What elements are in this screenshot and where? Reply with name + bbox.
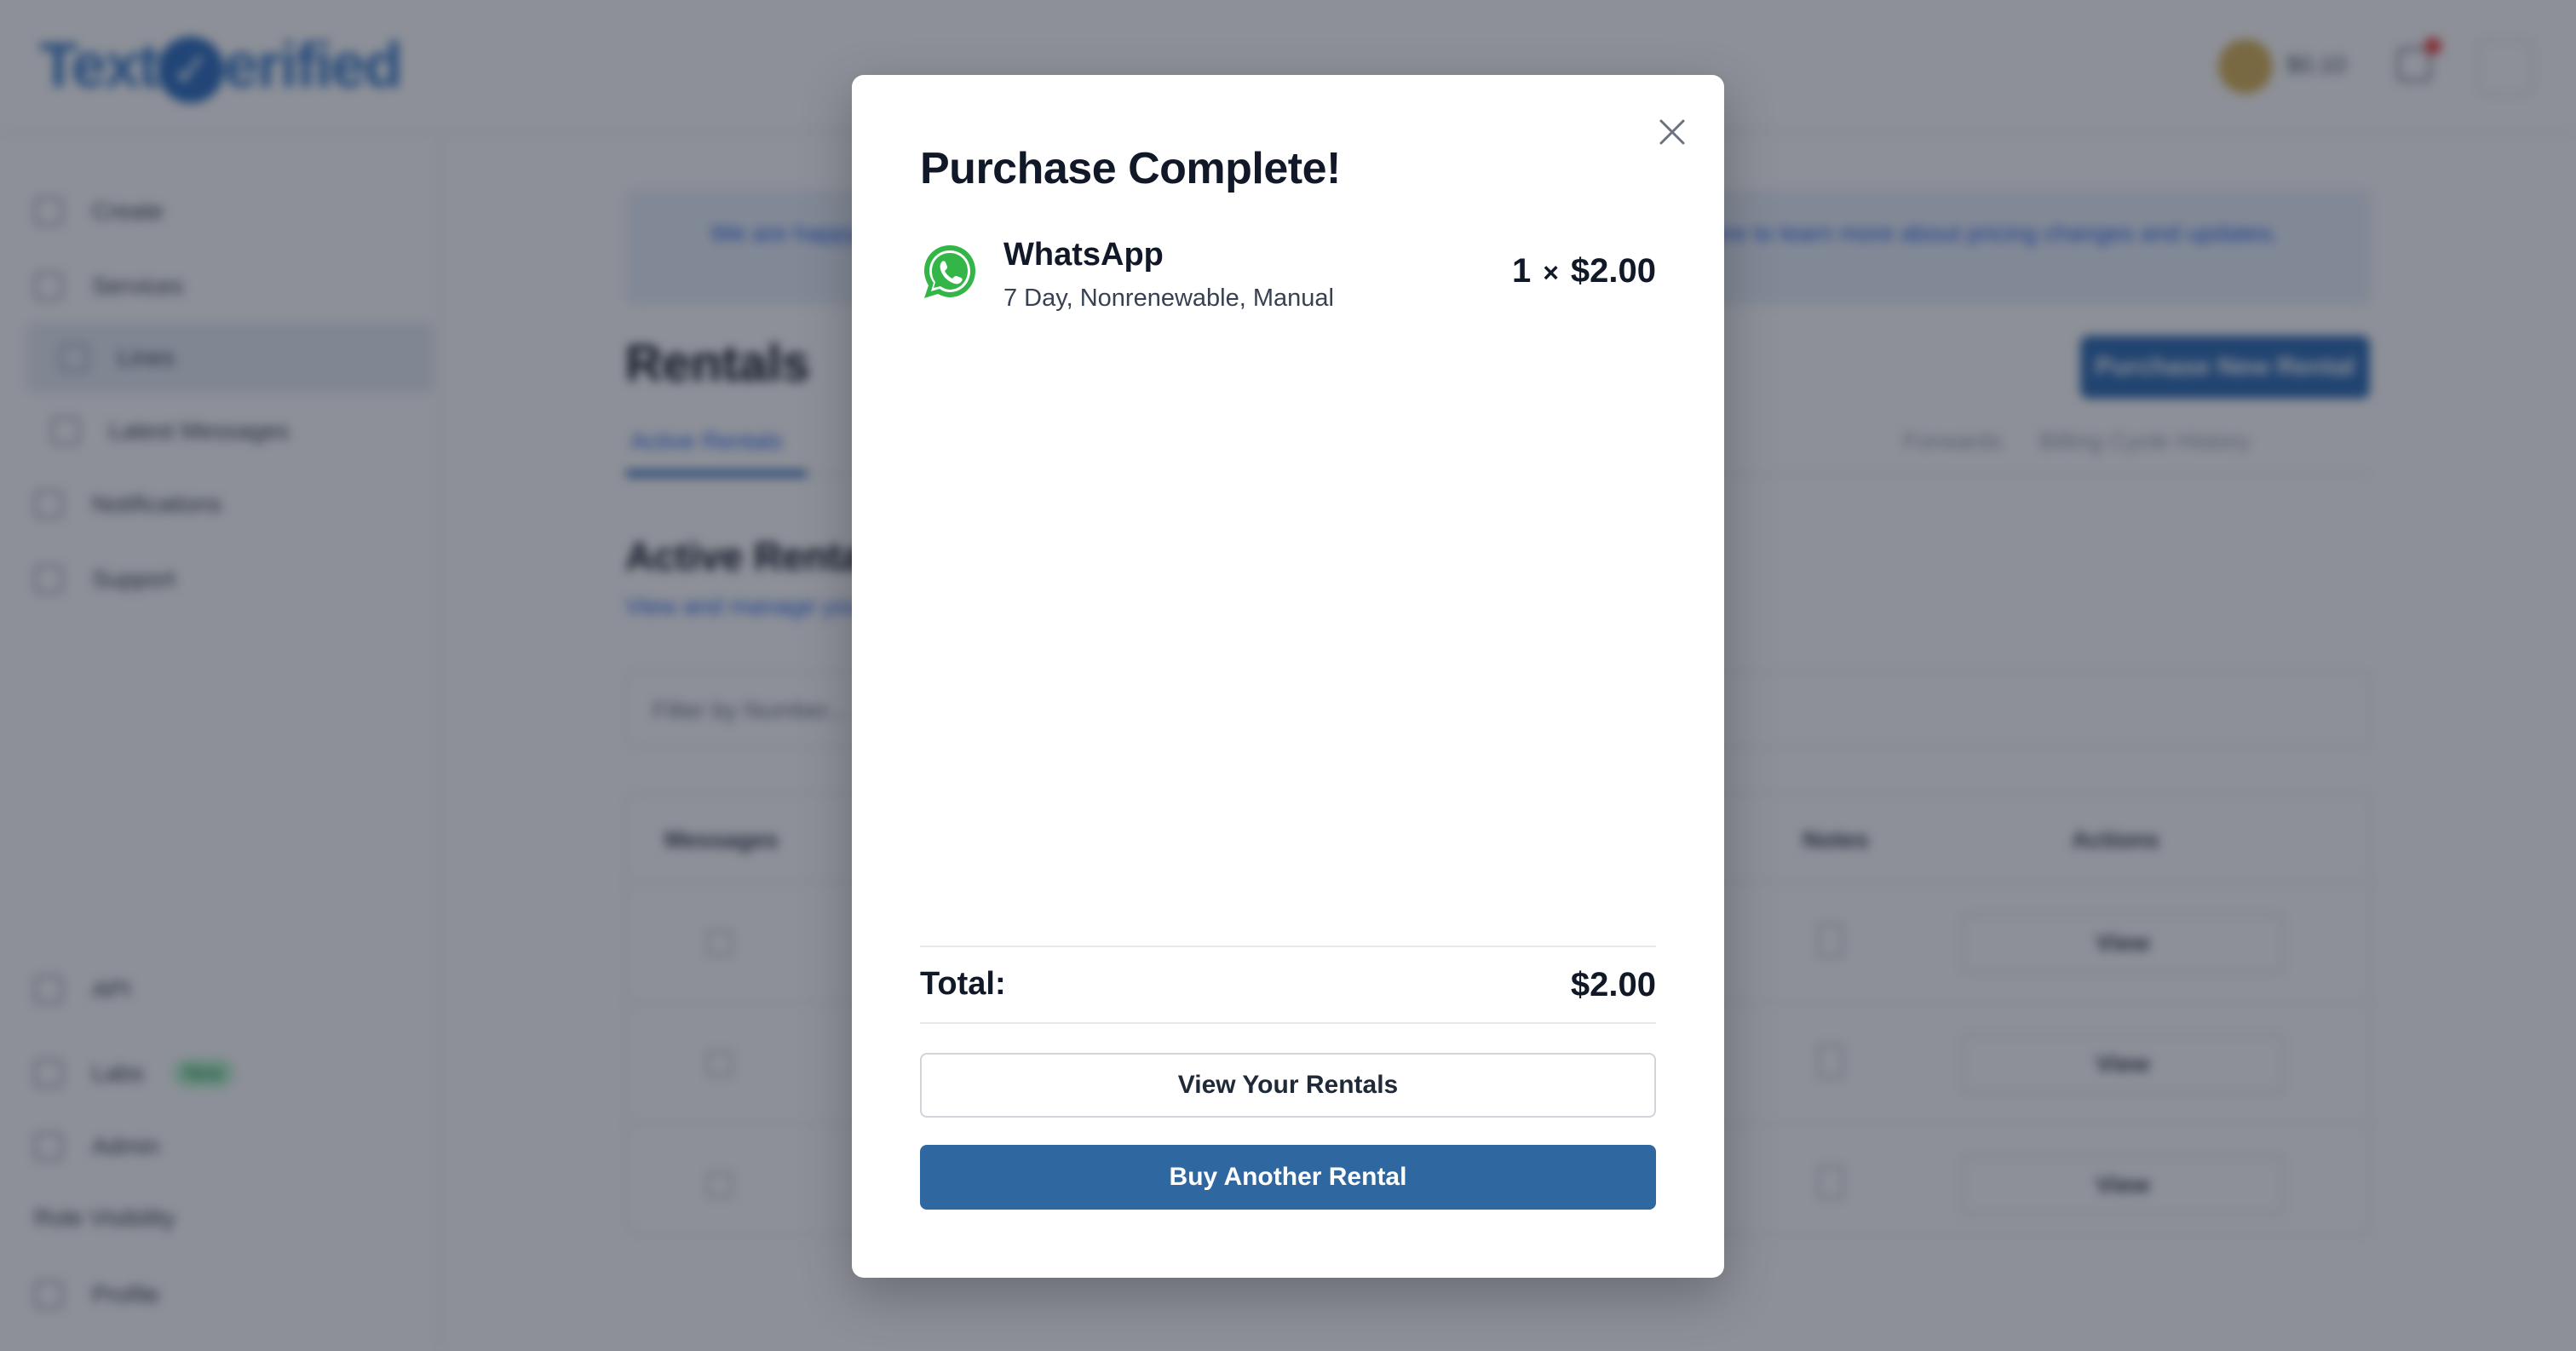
item-quantity: 1	[1511, 252, 1532, 290]
close-button[interactable]	[1649, 109, 1695, 155]
item-price: $2.00	[1570, 252, 1656, 290]
whatsapp-icon	[924, 245, 975, 298]
total-row: Total: $2.00	[920, 946, 1656, 1024]
close-icon	[1659, 119, 1685, 145]
purchase-complete-modal: Purchase Complete! WhatsApp 7 Day, Nonre…	[852, 75, 1724, 1278]
app-root: Text ✓ erified $0.10 Create Services Lines	[0, 0, 2576, 1351]
item-name: WhatsApp	[1003, 237, 1164, 273]
view-your-rentals-button[interactable]: View Your Rentals	[920, 1053, 1656, 1118]
modal-title: Purchase Complete!	[920, 144, 1341, 193]
buy-another-rental-button[interactable]: Buy Another Rental	[920, 1145, 1656, 1210]
times-sign: ×	[1543, 257, 1559, 288]
item-quantity-price: 1 × $2.00	[1512, 252, 1656, 290]
purchased-item: WhatsApp 7 Day, Nonrenewable, Manual 1 × $…	[920, 237, 1656, 331]
total-value: $2.00	[1570, 966, 1656, 1003]
item-description: 7 Day, Nonrenewable, Manual	[1003, 285, 1334, 312]
total-label: Total:	[920, 966, 1006, 1002]
